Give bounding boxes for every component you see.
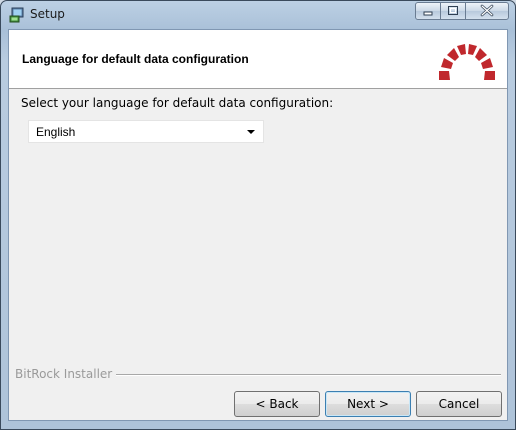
window-title: Setup xyxy=(30,7,65,21)
page-header: Language for default data configuration xyxy=(9,30,507,89)
next-button[interactable]: Next > xyxy=(325,391,411,417)
back-button[interactable]: < Back xyxy=(234,391,320,417)
close-icon xyxy=(480,4,494,17)
title-bar[interactable]: Setup xyxy=(1,1,515,29)
language-select-value: English xyxy=(36,125,76,139)
maximize-button[interactable] xyxy=(440,2,466,20)
maximize-icon xyxy=(448,6,458,15)
minimize-button[interactable] xyxy=(415,2,441,20)
language-select[interactable]: English xyxy=(28,120,264,143)
installer-label: BitRock Installer xyxy=(15,367,117,381)
close-button[interactable] xyxy=(465,2,509,20)
chevron-down-icon xyxy=(247,130,255,134)
page-title: Language for default data configuration xyxy=(22,52,249,66)
cancel-button[interactable]: Cancel xyxy=(416,391,502,417)
minimize-icon xyxy=(423,11,433,16)
setup-window: Setup Language for default data configur… xyxy=(0,0,516,430)
language-prompt: Select your language for default data co… xyxy=(21,96,334,110)
redmine-logo-icon xyxy=(439,44,495,80)
setup-app-icon xyxy=(9,7,24,23)
installer-client-area: Language for default data configuration … xyxy=(8,29,508,421)
